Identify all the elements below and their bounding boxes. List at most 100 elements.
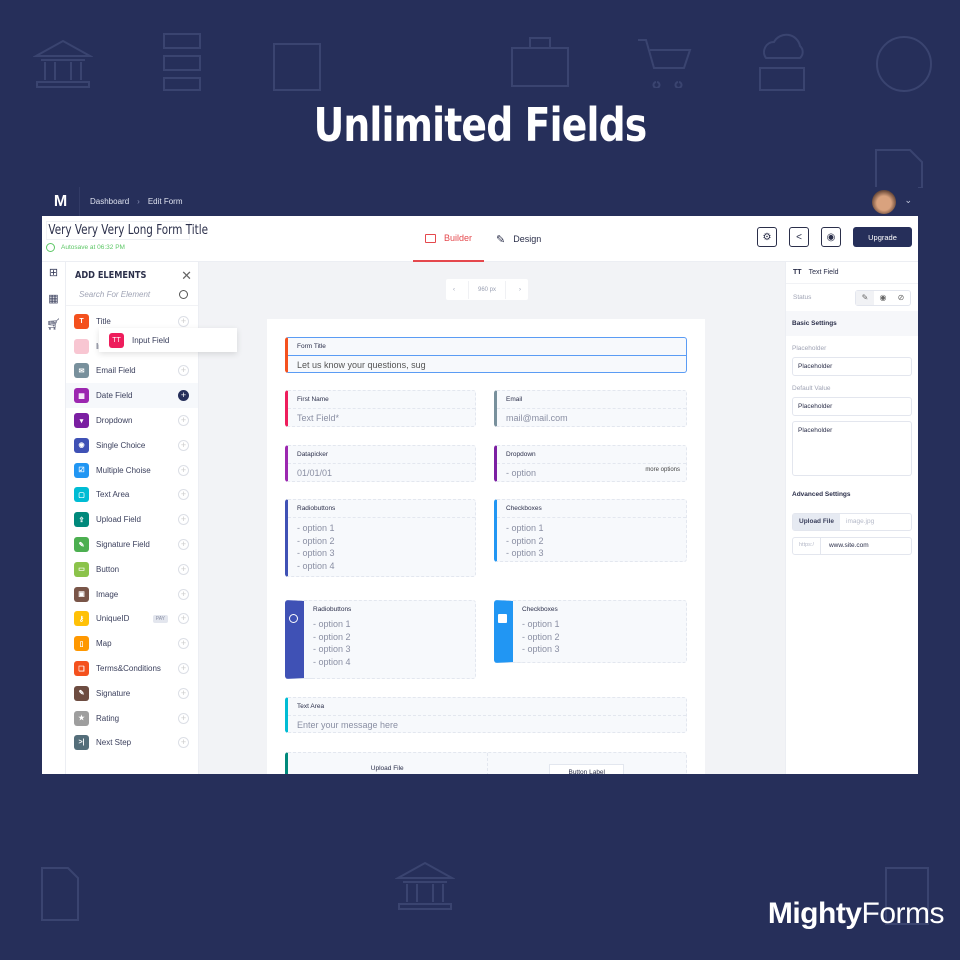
element-icon: T [74,313,89,329]
advanced-settings-header[interactable]: Advanced Settings [786,482,918,507]
edit-icon[interactable]: ✎ [856,290,874,305]
upload-button-row[interactable]: Upload File Button Label [285,752,687,774]
mightyforms-logo: MightyForms [767,897,945,931]
element-item[interactable]: ▾ Dropdown + [66,408,198,433]
datepicker-field[interactable]: Datapicker 01/01/01 [285,445,476,482]
search-input[interactable]: Search For Element [79,290,150,299]
add-plus-icon[interactable]: + [178,315,189,327]
app-logo[interactable]: M [42,187,80,216]
add-plus-icon[interactable]: + [178,439,189,451]
element-icon [74,338,89,354]
add-plus-icon[interactable]: + [178,514,189,526]
user-avatar[interactable] [872,190,896,214]
width-selector: ‹ 960 px › [446,279,528,300]
panel-title: ADD ELEMENTS [75,270,147,281]
element-label: UniqueID [96,614,130,624]
brand-bold: Mighty [767,897,862,930]
breadcrumb-dashboard[interactable]: Dashboard [90,197,129,206]
checkboxes-field-selected[interactable]: Checkboxes - option 1- option 2- option … [494,600,687,663]
add-plus-icon[interactable]: + [178,539,189,551]
eye-icon[interactable]: ◉ [874,291,892,305]
tab-design[interactable]: ✎ Design [484,216,553,262]
placeholder-input[interactable]: Placeholder [792,357,912,376]
upload-file-group: Upload File image.jpg [792,513,912,531]
tab-builder[interactable]: Builder [413,216,485,262]
button-label[interactable]: Button Label [549,764,624,774]
dropdown-field[interactable]: Dropdown - option more options [494,445,687,482]
email-field[interactable]: Email mail@mail.com [494,390,687,427]
element-item[interactable]: ▯ Map + [66,631,198,656]
status-toggle: ✎ ◉ ⊘ [855,289,911,306]
close-icon[interactable]: ✕ [181,268,192,284]
element-item[interactable]: ☑ Multiple Choise + [66,458,198,483]
default-value-input[interactable]: Placeholder [792,397,912,416]
add-plus-icon[interactable]: + [178,588,189,600]
checkboxes-field[interactable]: Checkboxes - option 1- option 2- option … [494,499,687,562]
chevron-right-icon[interactable]: › [512,287,528,293]
element-item[interactable]: ▣ Image + [66,582,198,607]
upgrade-button[interactable]: Upgrade [853,227,912,247]
add-plus-icon[interactable]: + [178,712,189,724]
search-icon[interactable] [179,290,188,299]
editor-tabs: Builder ✎ Design [413,216,553,262]
option-item: - option 1 [297,523,335,533]
settings-button[interactable]: ⚙ [757,227,777,247]
option-item: - option 3 [313,644,351,655]
field-value: Enter your message here [297,720,399,730]
add-plus-icon[interactable]: + [178,415,189,427]
add-plus-icon[interactable]: + [178,365,189,377]
briefcase-icon [511,37,569,87]
add-plus-icon[interactable]: + [178,687,189,699]
element-item[interactable]: ★ Rating + [66,706,198,731]
field-label: Form Title [288,338,686,356]
field-value[interactable]: Let us know your questions, sug [288,356,686,374]
element-item[interactable]: ✉ Email Field + [66,359,198,384]
element-item[interactable]: ✎ Signature Field + [66,532,198,557]
form-title-field[interactable]: Form Title Let us know your questions, s… [285,337,687,373]
chevron-left-icon[interactable]: ‹ [446,287,462,293]
upload-file-button[interactable]: Upload File [793,514,841,530]
add-plus-icon[interactable]: + [178,464,189,476]
radiobuttons-field[interactable]: Radiobuttons - option 1- option 2- optio… [285,499,476,577]
share-button[interactable]: < [789,227,809,247]
add-plus-icon[interactable]: + [178,663,189,675]
grid-icon[interactable]: ▦ [48,292,58,305]
add-plus-icon[interactable]: + [178,737,189,749]
form-sheet: Form Title Let us know your questions, s… [267,319,705,774]
element-item[interactable]: ⇪ Upload Field + [66,507,198,532]
add-plus-icon[interactable]: + [178,638,189,650]
upload-file-element[interactable]: Upload File [288,753,488,774]
add-element-icon[interactable]: ⊞ [49,266,58,279]
tab-design-label: Design [513,234,542,244]
add-plus-icon[interactable]: + [178,613,189,625]
basic-settings-header[interactable]: Basic Settings [786,311,918,336]
element-item[interactable]: ✎ Signature + [66,681,198,706]
preview-button[interactable]: ◉ [821,227,841,247]
form-title-input[interactable]: Very Very Very Long Form Title [46,221,208,240]
add-plus-icon[interactable]: + [178,390,189,402]
text-area-field[interactable]: Text Area Enter your message here [285,697,687,733]
element-item[interactable]: ▢ Text Area + [66,483,198,508]
element-item[interactable]: >| Next Step + [66,731,198,756]
upload-file-value[interactable]: image.jpg [840,514,880,530]
add-plus-icon[interactable]: + [178,489,189,501]
default-value-textarea[interactable]: Placeholder [792,421,912,476]
first-name-field[interactable]: First Name Text Field* [285,390,476,427]
dragging-element[interactable]: TT Input Field [99,328,237,352]
element-search[interactable]: Search For Element [66,284,198,306]
pdf-icon [41,867,79,921]
field-label: Radiobuttons [313,606,352,613]
element-item[interactable]: ❏ Terms&Conditions + [66,656,198,681]
more-options-link[interactable]: more options [645,467,680,473]
element-item[interactable]: ⚷ UniqueID PAY + [66,607,198,632]
element-item[interactable]: ▦ Date Field + [66,383,198,409]
eye-off-icon[interactable]: ⊘ [892,291,910,305]
element-item[interactable]: ◉ Single Choice + [66,433,198,458]
add-plus-icon[interactable]: + [178,563,189,575]
cart-icon[interactable]: 🛒︎ [47,318,61,331]
element-item[interactable]: ▭ Button + [66,557,198,582]
radiobuttons-field-selected[interactable]: Radiobuttons - option 1- option 2- optio… [285,600,476,679]
url-input[interactable]: www.site.com [821,538,877,554]
element-label: Upload Field [96,515,141,525]
chevron-down-icon[interactable]: ⌄ [904,195,912,206]
